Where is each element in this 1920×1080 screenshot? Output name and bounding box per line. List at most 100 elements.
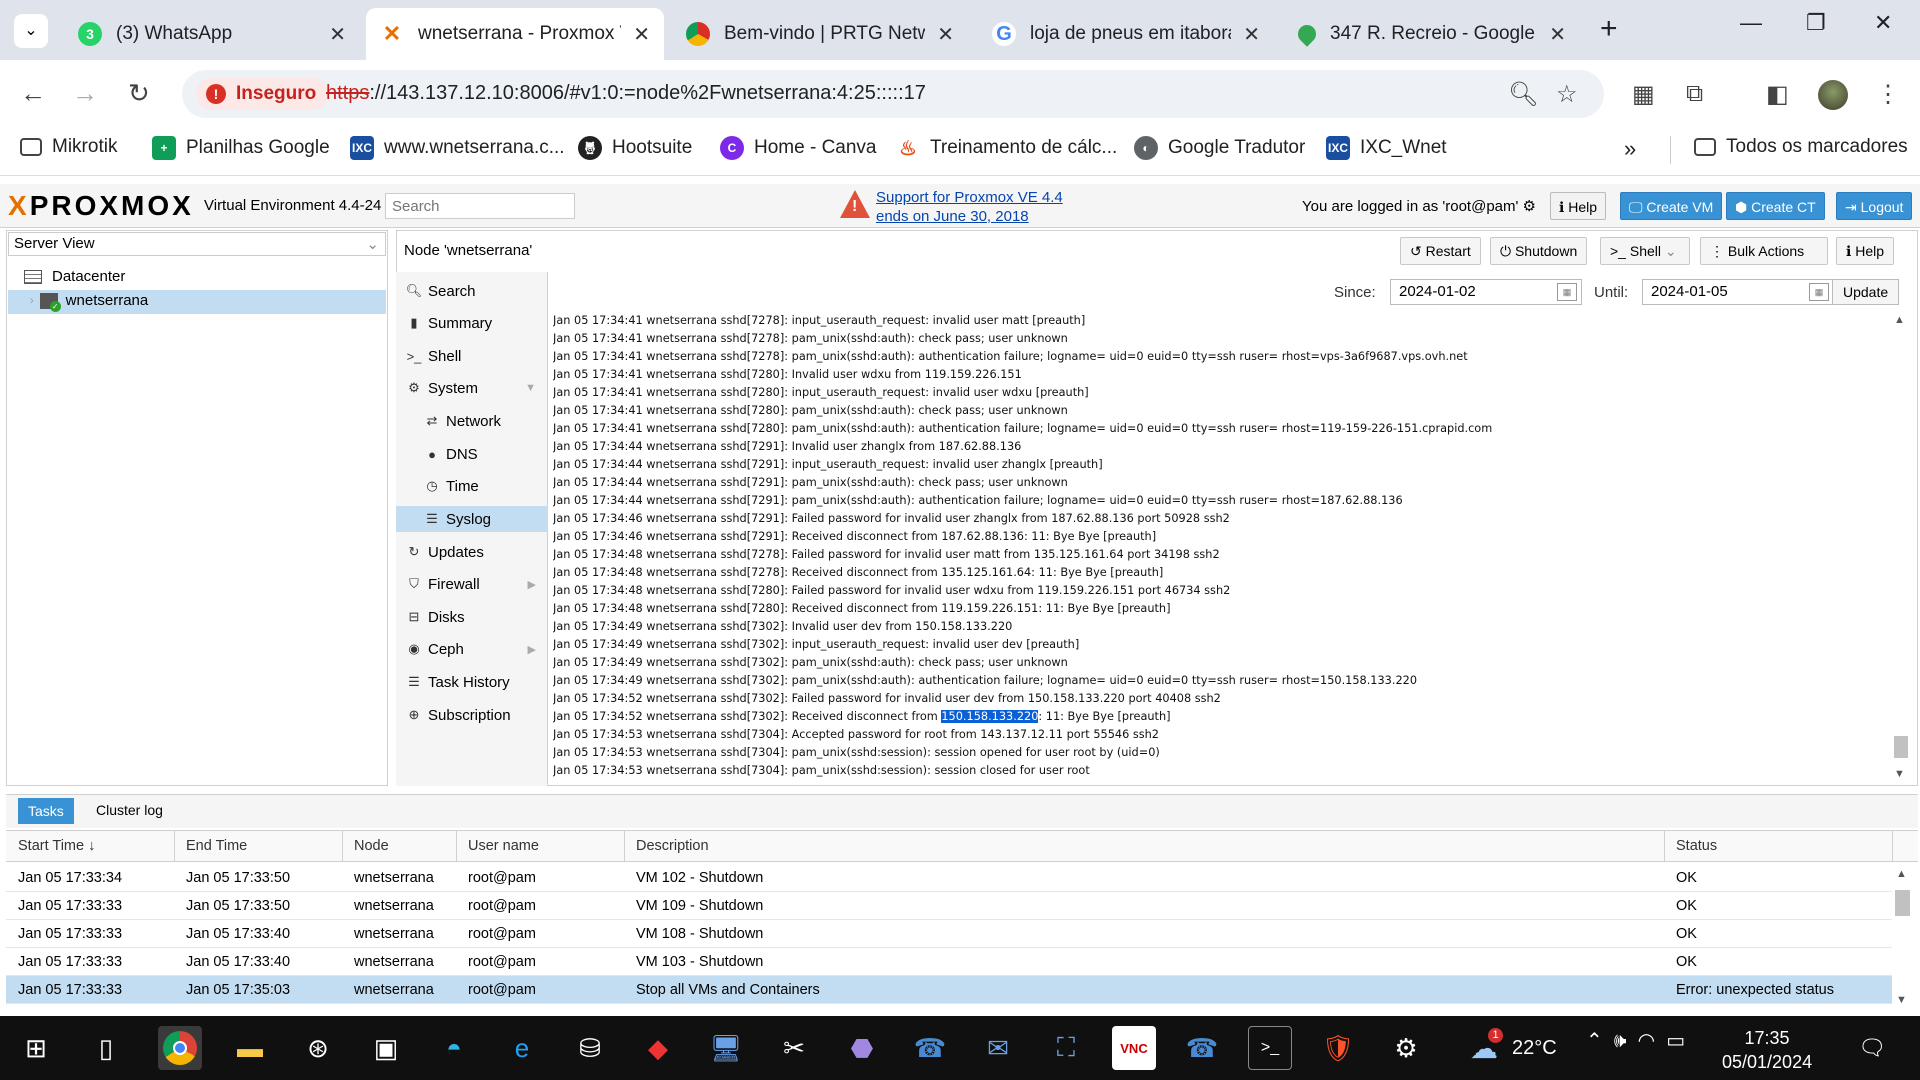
tree-node-wnetserrana[interactable]: › ✓ wnetserrana [30, 292, 148, 312]
tab-tasks[interactable]: Tasks [18, 798, 74, 824]
tab-cluster-log[interactable]: Cluster log [96, 802, 163, 818]
close-icon[interactable]: ✕ [937, 22, 954, 47]
restore-icon[interactable]: ❐ [1806, 10, 1826, 36]
extensions-icon[interactable]: ⧉ [1686, 80, 1703, 108]
menu-firewall[interactable]: ⛉ Firewall ▶ [404, 572, 536, 596]
restart-button[interactable]: ↺ Restart [1400, 237, 1481, 265]
internet-explorer-icon[interactable]: e [500, 1026, 544, 1070]
table-row[interactable]: Jan 05 17:33:33 Jan 05 17:33:40 wnetserran… [6, 948, 1892, 976]
tab-search-button[interactable]: ⌄ [14, 14, 48, 48]
bookmark-canva[interactable]: C Home - Canva [720, 136, 877, 160]
scroll-down-icon[interactable]: ▼ [1896, 994, 1907, 1006]
url-text[interactable]: https://143.137.12.10:8006/#v1:0:=node%2… [326, 82, 926, 105]
menu-network[interactable]: ⇄ Network [422, 409, 501, 433]
menu-shell[interactable]: >_ Shell [404, 344, 462, 368]
phone-app-icon[interactable]: ☎ [908, 1026, 952, 1070]
close-icon[interactable]: ✕ [633, 22, 650, 47]
tab-whatsapp[interactable]: 3 (3) WhatsApp ✕ [64, 8, 360, 60]
reload-icon[interactable]: ↻ [128, 78, 150, 109]
bookmark-wnetserrana[interactable]: IXC www.wnetserrana.c... [350, 136, 565, 160]
taskbar-clock[interactable]: 17:35 05/01/2024 [1722, 1026, 1812, 1074]
thunderbird-icon[interactable]: ✉ [976, 1026, 1020, 1070]
back-icon[interactable]: ← [20, 78, 46, 109]
remote-app-icon[interactable]: 🖥︎ [704, 1026, 748, 1070]
expand-icon[interactable]: ▶ [528, 643, 536, 656]
bookmark-tradutor[interactable]: ◐ Google Tradutor [1134, 136, 1305, 160]
syslog-view[interactable]: Jan 05 17:34:41 wnetserrana sshd[7278]: … [553, 312, 1889, 784]
tab-google-maps[interactable]: 347 R. Recreio - Google M ✕ [1284, 8, 1580, 60]
gear-icon[interactable]: ⚙ [1523, 198, 1536, 215]
task-view-icon[interactable]: ▯ [84, 1026, 128, 1070]
scroll-thumb[interactable] [1895, 890, 1910, 916]
help-button[interactable]: ℹ Help [1550, 192, 1607, 220]
all-bookmarks[interactable]: Todos os marcadores [1694, 136, 1908, 158]
volume-icon[interactable]: 🕪 [1614, 1030, 1627, 1052]
menu-disks[interactable]: ⊟ Disks [404, 605, 465, 629]
file-explorer-icon[interactable]: ▬ [228, 1026, 272, 1070]
server-view-select[interactable]: Server View ⌄ [8, 232, 386, 256]
expand-icon[interactable]: › [30, 295, 34, 307]
menu-summary[interactable]: ▮ Summary [404, 311, 492, 335]
tab-prtg[interactable]: Bem-vindo | PRTG Netwo ✕ [672, 8, 968, 60]
battery-icon[interactable]: ▭ [1666, 1030, 1685, 1052]
table-row[interactable]: Jan 05 17:33:33 Jan 05 17:33:40 wnetserran… [6, 920, 1892, 948]
calendar-icon[interactable]: ▦ [1557, 283, 1577, 301]
menu-ceph[interactable]: ◉ Ceph ▶ [404, 637, 536, 661]
bookmark-ixc[interactable]: IXC IXC_Wnet [1326, 136, 1447, 160]
create-ct-button[interactable]: ⬢ Create CT [1726, 192, 1825, 220]
logout-button[interactable]: ⇥ Logout [1836, 192, 1913, 220]
terminal-icon[interactable]: >_ [1248, 1026, 1292, 1070]
new-tab-button[interactable]: + [1600, 12, 1618, 46]
profile-avatar[interactable] [1818, 80, 1848, 110]
menu-dns[interactable]: ● DNS [422, 442, 478, 466]
chevron-up-icon[interactable]: ⌃ [1586, 1030, 1603, 1052]
bulk-actions-button[interactable]: ⋮ Bulk Actions [1700, 237, 1828, 265]
close-icon[interactable]: ✕ [1549, 22, 1566, 47]
side-panel-icon[interactable]: ◧ [1766, 80, 1789, 109]
col-node[interactable]: Node [354, 838, 389, 854]
expand-icon[interactable]: ▶ [528, 578, 536, 591]
remote-desktop-icon[interactable]: ⛶ [1044, 1026, 1088, 1070]
tasks-scrollbar[interactable]: ▲ ▼ [1892, 864, 1912, 1014]
tab-google-search[interactable]: G loja de pneus em itabora ✕ [978, 8, 1274, 60]
menu-task-history[interactable]: ☰ Task History [404, 670, 510, 694]
chevron-down-icon[interactable]: ⌄ [1665, 243, 1677, 259]
zoom-icon[interactable]: 🔍︎ [1508, 80, 1538, 109]
table-row[interactable]: Jan 05 17:33:34 Jan 05 17:33:50 wnetserran… [6, 864, 1892, 892]
phone-app-icon[interactable]: ☎ [1180, 1026, 1224, 1070]
since-date-field[interactable]: 2024-01-02 ▦ [1390, 279, 1582, 305]
menu-time[interactable]: ◷ Time [422, 474, 478, 498]
menu-system[interactable]: ⚙ System ▼ [404, 376, 536, 400]
security-chip[interactable]: ! Inseguro [196, 78, 329, 110]
brave-icon[interactable]: 🛡︎ [1316, 1026, 1360, 1070]
store-icon[interactable]: ⛁ [568, 1026, 612, 1070]
qr-code-icon[interactable]: ▦ [1632, 80, 1655, 109]
wifi-icon[interactable]: ◠ [1638, 1030, 1655, 1052]
scroll-up-icon[interactable]: ▲ [1894, 314, 1905, 326]
col-end-time[interactable]: End Time [186, 838, 247, 854]
pve-search-input[interactable] [385, 193, 575, 219]
close-icon[interactable]: ✕ [1243, 22, 1260, 47]
log-scrollbar[interactable]: ▲ ▼ [1890, 312, 1910, 784]
menu-subscription[interactable]: ⊕ Subscription [404, 703, 511, 727]
col-description[interactable]: Description [636, 838, 709, 854]
until-date-field[interactable]: 2024-01-05 ▦ [1642, 279, 1834, 305]
menu-search[interactable]: 🔍︎ Search [404, 279, 476, 303]
node-help-button[interactable]: ℹ Help [1836, 237, 1895, 265]
weather-widget[interactable]: ☁ 1 22°C [1470, 1028, 1557, 1065]
col-start-time[interactable]: Start Time ↓ [18, 838, 95, 854]
update-button[interactable]: Update [1832, 279, 1900, 305]
bookmarks-overflow-icon[interactable]: » [1624, 136, 1636, 162]
menu-kebab-icon[interactable]: ⋮ [1876, 80, 1900, 109]
tab-proxmox[interactable]: ✕ wnetserrana - Proxmox V ✕ [366, 8, 664, 60]
tree-datacenter[interactable]: Datacenter [24, 268, 125, 285]
scroll-thumb[interactable] [1894, 736, 1908, 758]
forward-icon[interactable]: → [72, 78, 98, 109]
tool-app-icon[interactable]: ✂ [772, 1026, 816, 1070]
edge-icon[interactable]: ◓ [432, 1026, 476, 1070]
chrome-icon[interactable] [158, 1026, 202, 1070]
close-icon[interactable]: ✕ [329, 22, 346, 47]
settings-icon[interactable]: ⚙ [1384, 1026, 1428, 1070]
calendar-icon[interactable]: ▦ [1809, 283, 1829, 301]
col-status[interactable]: Status [1676, 838, 1717, 854]
